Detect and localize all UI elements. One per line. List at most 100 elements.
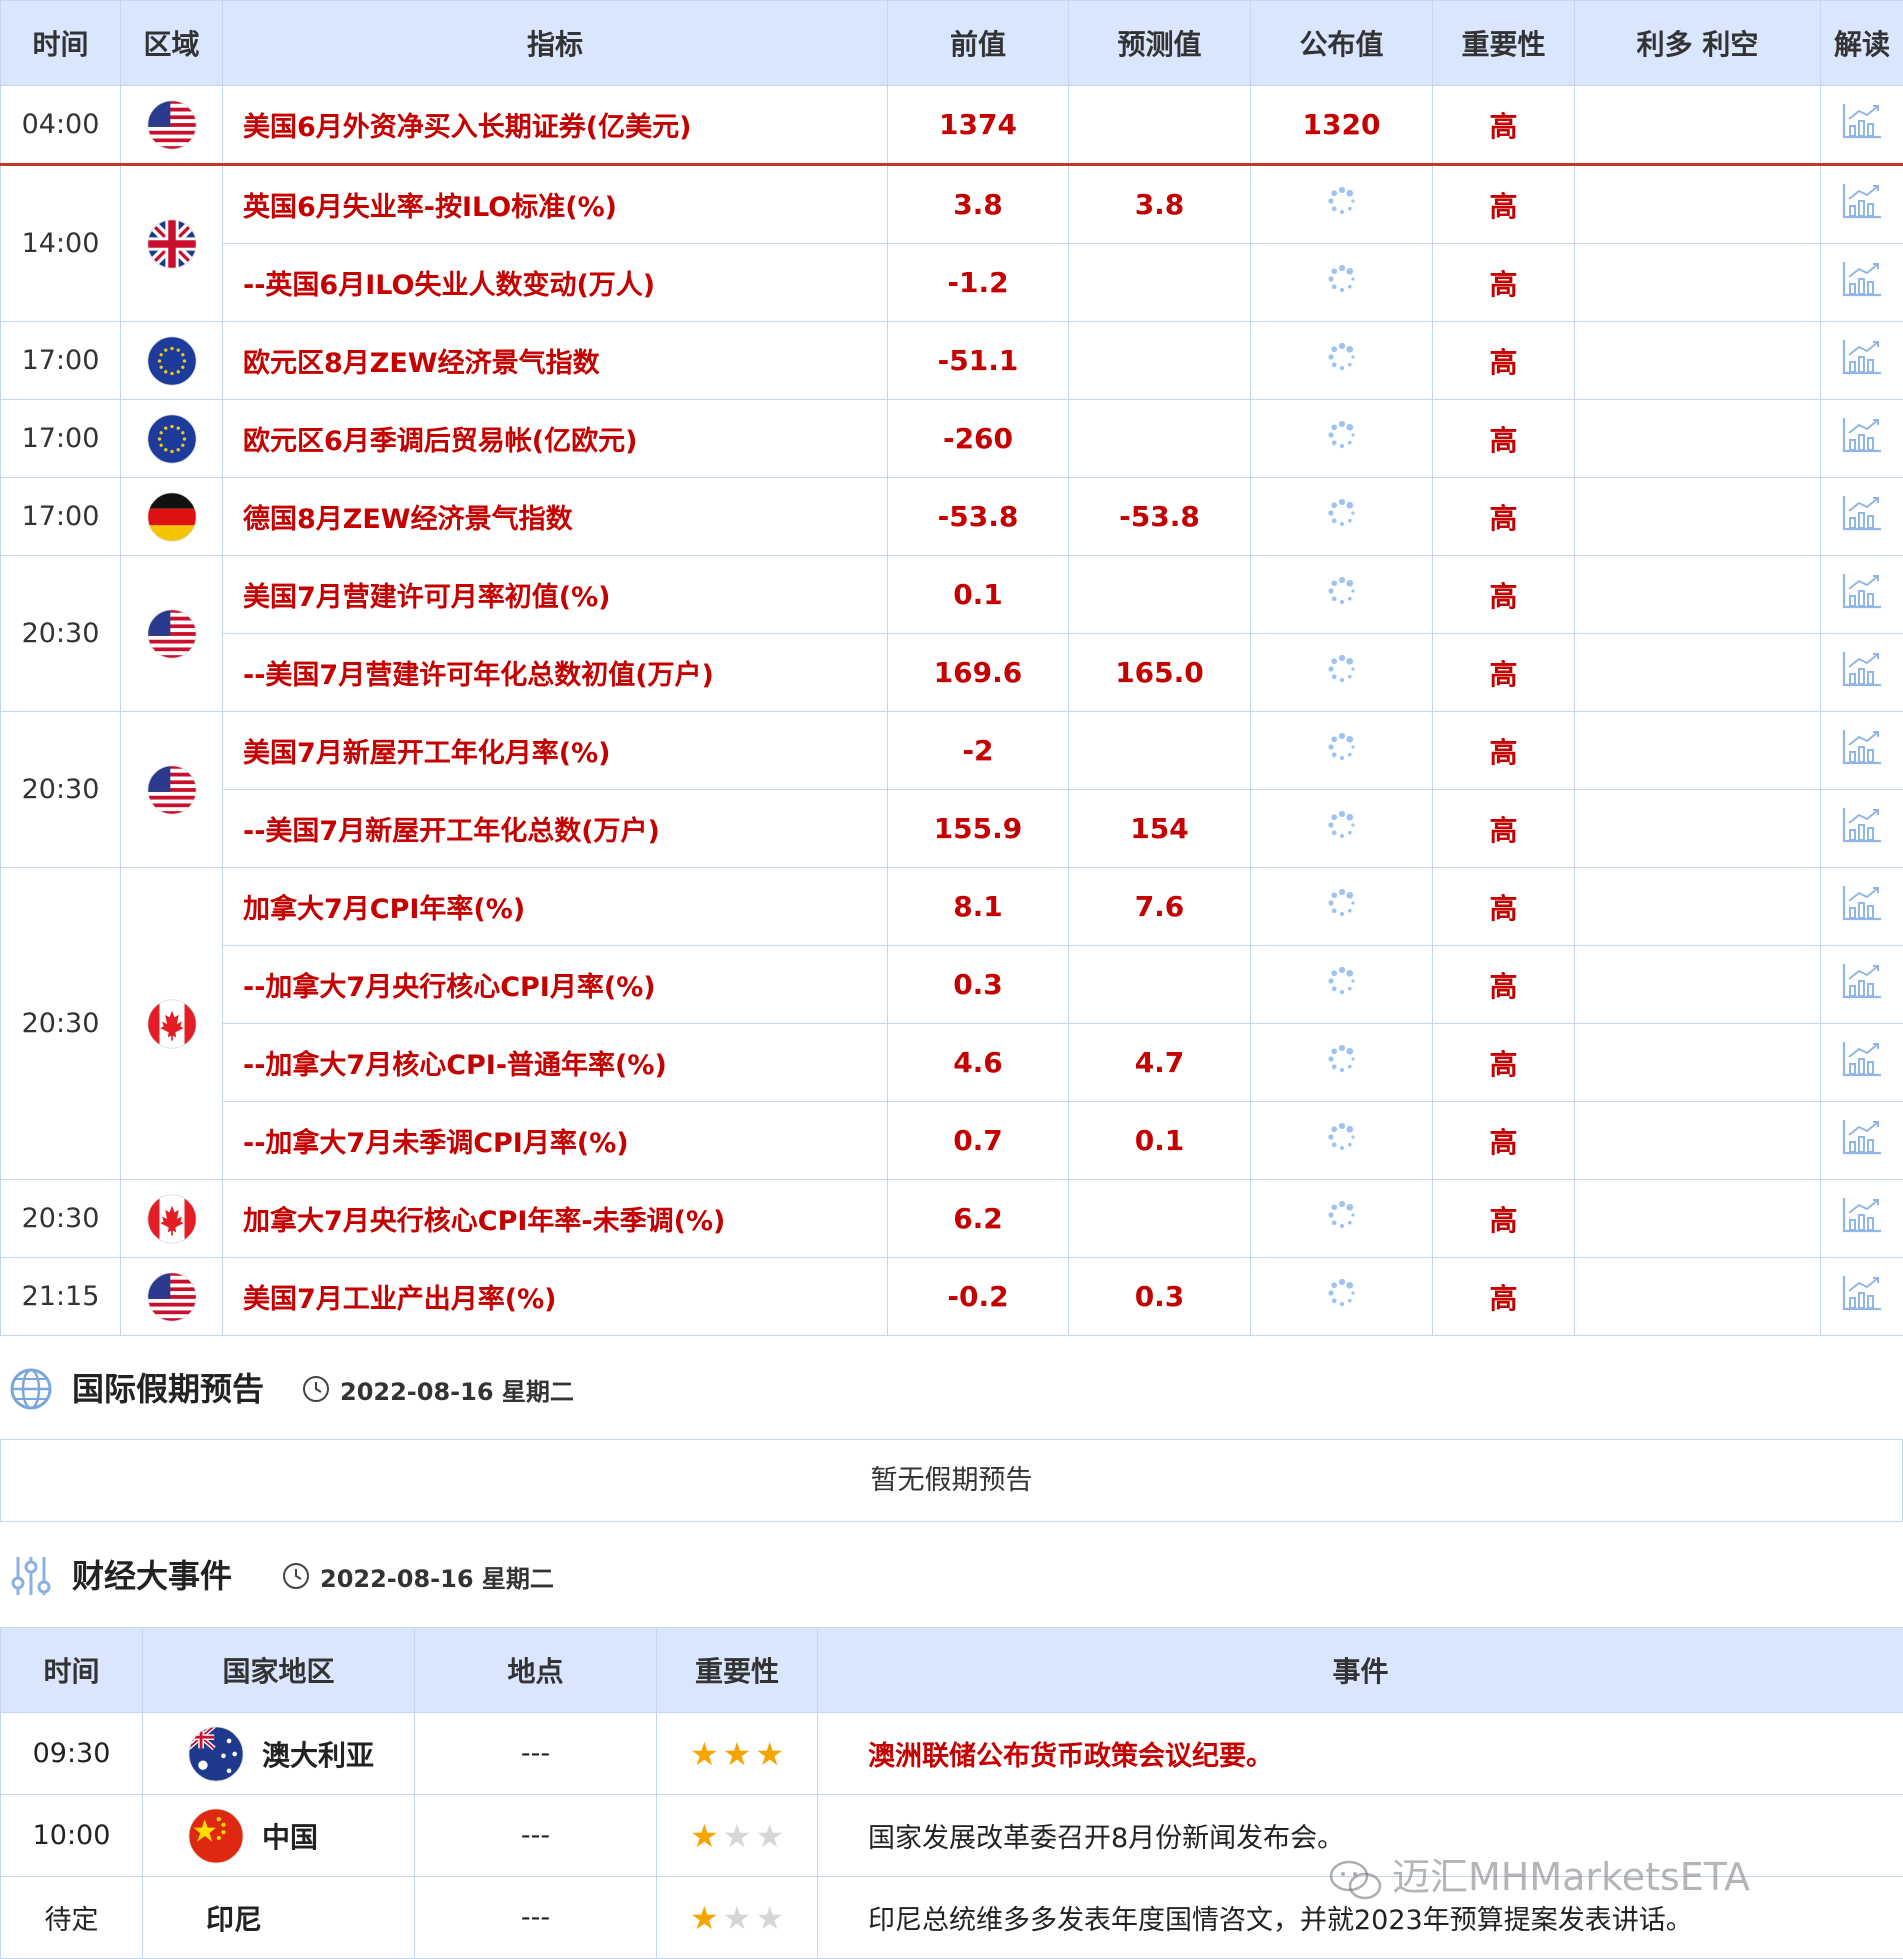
table-row: 17:00 欧元区6月季调后贸易帐(亿欧元)-260高: [1, 400, 1903, 478]
forecast-value: 165.0: [1069, 634, 1251, 712]
chart-analysis-icon[interactable]: [1841, 884, 1883, 922]
economic-data-table: 时间区域指标前值预测值公布值重要性利多 利空解读 04:00 美国6月外资净买入…: [0, 0, 1903, 1336]
indicator-name[interactable]: 德国8月ZEW经济景气指数: [223, 478, 888, 556]
indicator-name[interactable]: --英国6月ILO失业人数变动(万人): [223, 244, 888, 322]
event-location: ---: [415, 1877, 657, 1959]
importance-value: 高: [1433, 1258, 1575, 1336]
indicator-name[interactable]: --美国7月新屋开工年化总数(万户): [223, 790, 888, 868]
indicator-name[interactable]: 美国7月工业产出月率(%): [223, 1258, 888, 1336]
interpret-cell[interactable]: [1821, 478, 1903, 556]
interpret-cell[interactable]: [1821, 165, 1903, 244]
loading-spinner-icon: [1324, 1275, 1360, 1311]
chart-analysis-icon[interactable]: [1841, 728, 1883, 766]
interpret-cell[interactable]: [1821, 634, 1903, 712]
region-flag: [121, 868, 223, 1180]
loading-spinner-icon: [1324, 1041, 1360, 1077]
col-previous-header: 前值: [888, 1, 1069, 86]
table-row: --英国6月ILO失业人数变动(万人)-1.2高: [1, 244, 1903, 322]
loading-spinner-icon: [1324, 729, 1360, 765]
chart-analysis-icon[interactable]: [1841, 806, 1883, 844]
event-location: ---: [415, 1713, 657, 1795]
interpret-cell[interactable]: [1821, 1180, 1903, 1258]
chart-analysis-icon[interactable]: [1841, 650, 1883, 688]
loading-spinner-icon: [1324, 807, 1360, 843]
bull-bear-cell: [1575, 946, 1821, 1024]
chart-analysis-icon[interactable]: [1841, 102, 1883, 140]
release-time: 17:00: [1, 400, 121, 478]
indicator-name[interactable]: 美国7月营建许可月率初值(%): [223, 556, 888, 634]
indicator-name[interactable]: 英国6月失业率-按ILO标准(%): [223, 165, 888, 244]
interpret-cell[interactable]: [1821, 86, 1903, 165]
region-flag: [121, 712, 223, 868]
event-country: 印尼: [143, 1877, 415, 1959]
indicator-name[interactable]: 欧元区8月ZEW经济景气指数: [223, 322, 888, 400]
region-flag: [121, 165, 223, 322]
chart-analysis-icon[interactable]: [1841, 494, 1883, 532]
actual-value: [1251, 1102, 1433, 1180]
interpret-cell[interactable]: [1821, 322, 1903, 400]
forecast-value: [1069, 244, 1251, 322]
chart-analysis-icon[interactable]: [1841, 1196, 1883, 1234]
loading-spinner-icon: [1324, 417, 1360, 453]
chart-analysis-icon[interactable]: [1841, 962, 1883, 1000]
table-row: 20:30 美国7月新屋开工年化月率(%)-2高: [1, 712, 1903, 790]
bull-bear-cell: [1575, 712, 1821, 790]
event-time: 10:00: [1, 1795, 143, 1877]
release-time: 20:30: [1, 712, 121, 868]
indicator-name[interactable]: --加拿大7月未季调CPI月率(%): [223, 1102, 888, 1180]
chart-analysis-icon[interactable]: [1841, 260, 1883, 298]
forecast-value: [1069, 400, 1251, 478]
indicator-name[interactable]: --加拿大7月央行核心CPI月率(%): [223, 946, 888, 1024]
col-country-header: 国家地区: [143, 1628, 415, 1713]
indicator-name[interactable]: --加拿大7月核心CPI-普通年率(%): [223, 1024, 888, 1102]
interpret-cell[interactable]: [1821, 1024, 1903, 1102]
loading-spinner-icon: [1324, 339, 1360, 375]
bull-bear-cell: [1575, 478, 1821, 556]
chart-analysis-icon[interactable]: [1841, 416, 1883, 454]
bull-bear-cell: [1575, 1024, 1821, 1102]
indicator-name[interactable]: 加拿大7月央行核心CPI年率-未季调(%): [223, 1180, 888, 1258]
chart-analysis-icon[interactable]: [1841, 1274, 1883, 1312]
event-importance-stars: ★★★: [657, 1795, 818, 1877]
chart-analysis-icon[interactable]: [1841, 1118, 1883, 1156]
interpret-cell[interactable]: [1821, 1102, 1903, 1180]
interpret-cell[interactable]: [1821, 400, 1903, 478]
chart-analysis-icon[interactable]: [1841, 182, 1883, 220]
clock-icon: [282, 1562, 310, 1590]
event-description: 澳洲联储公布货币政策会议纪要。: [818, 1713, 1903, 1795]
flag-uk-icon: [147, 219, 197, 269]
importance-value: 高: [1433, 478, 1575, 556]
indicator-name[interactable]: --美国7月营建许可年化总数初值(万户): [223, 634, 888, 712]
indicator-name[interactable]: 美国6月外资净买入长期证券(亿美元): [223, 86, 888, 165]
bull-bear-cell: [1575, 86, 1821, 165]
interpret-cell[interactable]: [1821, 790, 1903, 868]
event-time: 待定: [1, 1877, 143, 1959]
indicator-name[interactable]: 美国7月新屋开工年化月率(%): [223, 712, 888, 790]
interpret-cell[interactable]: [1821, 868, 1903, 946]
interpret-cell[interactable]: [1821, 244, 1903, 322]
actual-value: [1251, 244, 1433, 322]
loading-spinner-icon: [1324, 261, 1360, 297]
chart-analysis-icon[interactable]: [1841, 338, 1883, 376]
table-row: 20:30 加拿大7月CPI年率(%)8.17.6高: [1, 868, 1903, 946]
importance-value: 高: [1433, 400, 1575, 478]
wechat-icon: [1328, 1858, 1384, 1902]
actual-value: [1251, 478, 1433, 556]
financial-events-table: 时间国家地区地点重要性事件 09:30 澳大利亚---★★★澳洲联储公布货币政策…: [0, 1627, 1903, 1959]
interpret-cell[interactable]: [1821, 556, 1903, 634]
bull-bear-cell: [1575, 165, 1821, 244]
chart-analysis-icon[interactable]: [1841, 572, 1883, 610]
indicator-name[interactable]: 欧元区6月季调后贸易帐(亿欧元): [223, 400, 888, 478]
interpret-cell[interactable]: [1821, 712, 1903, 790]
region-flag: [121, 1258, 223, 1336]
previous-value: 8.1: [888, 868, 1069, 946]
importance-value: 高: [1433, 86, 1575, 165]
chart-analysis-icon[interactable]: [1841, 1040, 1883, 1078]
col-indicator-header: 指标: [223, 1, 888, 86]
flag-eu-icon: [147, 414, 197, 464]
interpret-cell[interactable]: [1821, 1258, 1903, 1336]
indicator-name[interactable]: 加拿大7月CPI年率(%): [223, 868, 888, 946]
star-filled-icon: ★: [690, 1817, 719, 1855]
forecast-value: 3.8: [1069, 165, 1251, 244]
interpret-cell[interactable]: [1821, 946, 1903, 1024]
